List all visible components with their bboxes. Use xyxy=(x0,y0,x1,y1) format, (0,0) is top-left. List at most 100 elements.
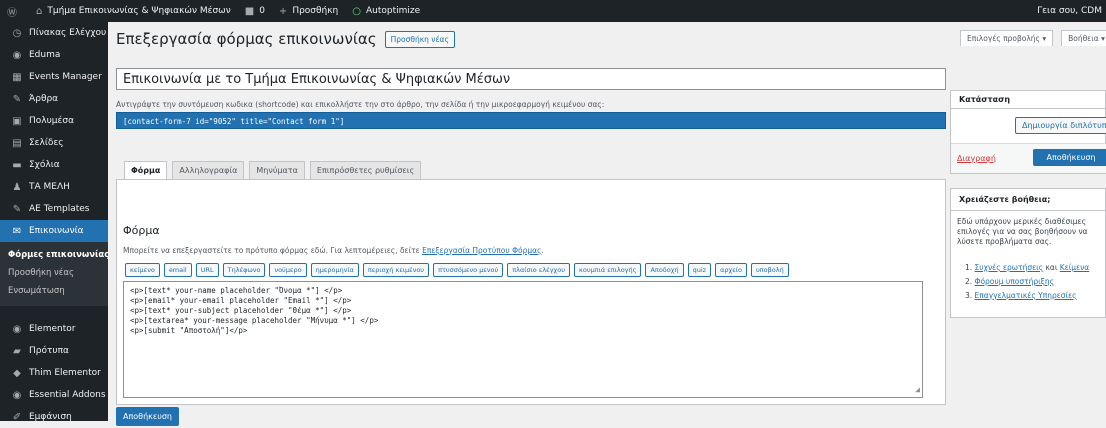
pages-icon: ▤ xyxy=(12,137,22,149)
resize-handle-icon[interactable]: ◢ xyxy=(915,385,920,395)
autoptimize-label: Autoptimize xyxy=(365,6,421,16)
help-links: 1. Συχνές ερωτήσεις και Κείμενα 2. Φόρουμ… xyxy=(965,261,1089,303)
menu-item-label: Eduma xyxy=(29,50,61,60)
tag-button[interactable]: ημερομηνία xyxy=(310,263,359,277)
code-line: <p>[submit "Αποστολή"]</p> xyxy=(130,326,248,335)
submenu-item[interactable]: Προσθήκη νέας xyxy=(0,264,108,282)
site-name-link[interactable]: ⌂ Τμήμα Επικοινωνίας & Ψηφιακών Μέσων xyxy=(29,0,238,22)
panel-title: Φόρμα xyxy=(123,224,160,237)
tab-4[interactable]: Επιπρόσθετες ρυθμίσεις xyxy=(309,161,422,180)
menu-item-eduma[interactable]: ◉ Eduma xyxy=(0,44,108,66)
status-box: Κατάσταση Δημιουργία διπλότυπου Διαγραφή… xyxy=(950,90,1106,174)
autoptimize-link[interactable]: ○ Autoptimize xyxy=(345,0,427,22)
tab-1[interactable]: Φόρμα xyxy=(124,161,168,180)
menu-item-pages[interactable]: ▤ Σελίδες xyxy=(0,132,108,154)
save-button-side[interactable]: Αποθήκευση xyxy=(1033,149,1106,166)
tag-button[interactable]: Τηλέφωνο xyxy=(222,263,266,277)
menu-item-users[interactable]: ♟ ΤΑ ΜΕΛΗ xyxy=(0,176,108,198)
tab-2[interactable]: Αλληλογραφία xyxy=(172,161,245,180)
panel-desc-text: Μπορείτε να επεξεργαστείτε το πρότυπο φό… xyxy=(123,246,423,255)
menu-item-pin[interactable]: ✎ Άρθρα xyxy=(0,88,108,110)
menu-item-media[interactable]: ▣ Πολυμέσα xyxy=(0,110,108,132)
shortcode-field[interactable]: [contact-form-7 id="9052" title="Contact… xyxy=(116,112,946,129)
menu-item-label: ΤΑ ΜΕΛΗ xyxy=(29,182,70,192)
plus-icon: + xyxy=(278,5,288,17)
menu-item-pin[interactable]: ✎ AE Templates xyxy=(0,198,108,220)
menu-item-calendar[interactable]: ▦ Events Manager xyxy=(0,66,108,88)
code-line: <p>[text* your-subject placeholder "Θέμα… xyxy=(130,306,352,315)
menu-item-label: Πρότυπα xyxy=(29,346,69,356)
menu-item-label: Άρθρα xyxy=(29,94,59,104)
code-line: <p>[text* your-name placeholder "Όνομα *… xyxy=(130,286,343,295)
tag-button[interactable]: URL xyxy=(195,263,219,277)
screen-meta-tabs: Επιλογές προβολής ▾ Βοήθεια ▾ xyxy=(960,30,1106,46)
greeting: Γεια σου, CDM xyxy=(1037,6,1102,16)
help-link[interactable]: Φόρουμ υποστήριξης xyxy=(975,277,1054,286)
menu-item-label: Επικοινωνία xyxy=(29,226,84,236)
help-link[interactable]: Επαγγελματικές Υπηρεσίες xyxy=(975,291,1077,300)
site-name: Τμήμα Επικοινωνίας & Ψηφιακών Μέσων xyxy=(47,6,231,16)
ea-icon: ◉ xyxy=(12,389,22,401)
submenu-item[interactable]: Ενσωμάτωση xyxy=(0,282,108,300)
delete-link[interactable]: Διαγραφή xyxy=(957,154,996,163)
menu-item-ea[interactable]: ◉ Essential Addons xyxy=(0,384,108,406)
status-circle-icon: ○ xyxy=(352,5,361,17)
tag-button[interactable]: quiz xyxy=(687,263,712,277)
form-template-link[interactable]: Επεξεργασία Προτύπου Φόρμας xyxy=(422,246,541,255)
submenu-item[interactable]: Φόρμες επικοινωνίας xyxy=(0,246,109,264)
menu-item-thim[interactable]: ◆ Thim Elementor xyxy=(0,362,108,384)
tag-button[interactable]: Αποδοχή xyxy=(645,263,684,277)
tag-button[interactable]: αρχείο xyxy=(715,263,747,277)
home-icon: ⌂ xyxy=(36,5,43,17)
media-icon: ▣ xyxy=(12,115,22,127)
main-content: Επεξεργασία φόρμας επικοινωνίας Προσθήκη… xyxy=(108,22,946,426)
help-num: 2. xyxy=(965,277,975,286)
dashboard-icon: ◷ xyxy=(12,27,22,39)
help-tab-button[interactable]: Βοήθεια ▾ xyxy=(1061,30,1106,46)
menu-item-label: Πίνακας Ελέγχου xyxy=(29,28,107,38)
form-code-editor[interactable]: <p>[text* your-name placeholder "Όνομα *… xyxy=(123,281,923,398)
tag-button[interactable]: νούμερο xyxy=(269,263,307,277)
help-link[interactable]: Κείμενα xyxy=(1060,263,1089,272)
help-text: Εδώ υπάρχουν μερικές διαθέσιμες επιλογές… xyxy=(957,217,1088,246)
new-content-link[interactable]: + Προσθήκη xyxy=(272,0,345,22)
help-link[interactable]: Συχνές ερωτήσεις xyxy=(975,263,1044,272)
tag-button[interactable]: κείμενο xyxy=(125,263,160,277)
help-list-item: 3. Επαγγελματικές Υπηρεσίες xyxy=(965,289,1089,303)
panel-description: Μπορείτε να επεξεργαστείτε το πρότυπο φό… xyxy=(123,246,544,255)
help-box: Χρειάζεστε βοήθεια; Εδώ υπάρχουν μερικές… xyxy=(950,188,1106,318)
shortcode-hint: Αντιγράψτε την συντόμευση κωδικα (shortc… xyxy=(116,100,605,109)
menu-item-label: Πολυμέσα xyxy=(29,116,75,126)
tab-3[interactable]: Μηνύματα xyxy=(249,161,305,180)
code-line: <p>[email* your-email placeholder "Email… xyxy=(130,296,352,305)
submenu: Φόρμες επικοινωνίας Προσθήκη νέας Ενσωμάτω… xyxy=(0,242,109,306)
tag-button[interactable]: πλαίσιο ελέγχου xyxy=(507,263,571,277)
tag-button[interactable]: κουμπιά επιλογής xyxy=(574,263,642,277)
help-list-item: 1. Συχνές ερωτήσεις και Κείμενα xyxy=(965,261,1089,275)
account-link[interactable]: Γεια σου, CDM xyxy=(1030,0,1106,22)
tag-button[interactable]: υποβολή xyxy=(750,263,789,277)
comments-link[interactable]: ■ 0 xyxy=(238,0,272,22)
tag-button[interactable]: περιοχή κειμένου xyxy=(362,263,430,277)
menu-item-comments[interactable]: ▬ Σχόλια xyxy=(0,154,108,176)
menu-item-folder[interactable]: ▰ Πρότυπα xyxy=(0,340,108,362)
form-title-input[interactable] xyxy=(116,68,946,90)
menu-item-elementor[interactable]: ◉ Elementor xyxy=(0,318,108,340)
menu-item-dashboard[interactable]: ◷ Πίνακας Ελέγχου xyxy=(0,22,108,44)
form-panel: Φόρμα Μπορείτε να επεξεργαστείτε το πρότ… xyxy=(116,179,946,405)
elementor-icon: ◉ xyxy=(12,323,22,335)
wordpress-logo-button[interactable]: Ⓦ xyxy=(0,0,29,22)
add-new-button[interactable]: Προσθήκη νέας xyxy=(384,30,455,48)
duplicate-button[interactable]: Δημιουργία διπλότυπου xyxy=(1015,117,1106,134)
menu-item-mail[interactable]: ✉ Επικοινωνία xyxy=(0,220,108,242)
page-title: Επεξεργασία φόρμας επικοινωνίας xyxy=(116,30,377,48)
screen-options-button[interactable]: Επιλογές προβολής ▾ xyxy=(960,30,1054,46)
help-mid: και xyxy=(1043,263,1060,272)
save-button-bottom[interactable]: Αποθήκευση xyxy=(116,407,179,426)
menu-item-brush[interactable]: ✐ Εμφάνιση xyxy=(0,406,108,428)
right-sidebar: Επιλογές προβολής ▾ Βοήθεια ▾ Κατάσταση … xyxy=(946,22,1106,421)
tag-button[interactable]: email xyxy=(163,263,192,277)
menu-item-label: Σχόλια xyxy=(29,160,60,170)
tag-button[interactable]: πτυσσόμενο μενού xyxy=(433,263,504,277)
mail-icon: ✉ xyxy=(12,225,22,237)
